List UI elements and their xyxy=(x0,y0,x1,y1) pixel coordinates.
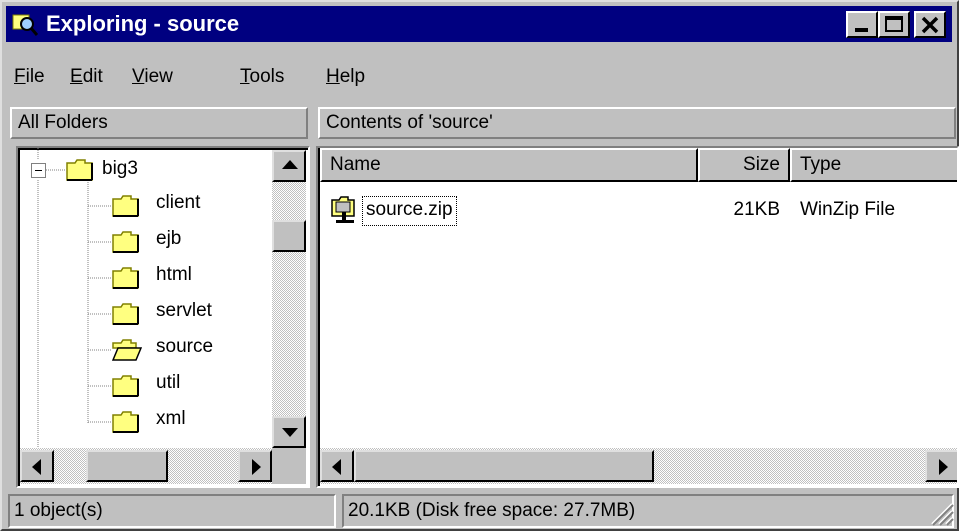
folder-icon xyxy=(66,159,93,181)
tree-vertical-scrollbar[interactable] xyxy=(272,150,306,448)
close-icon xyxy=(921,16,939,34)
file-type: WinZip File xyxy=(800,199,896,220)
maximize-button[interactable] xyxy=(878,11,910,38)
tree-lines xyxy=(37,148,112,448)
menu-tools[interactable]: Tools xyxy=(240,62,284,92)
folder-icon xyxy=(112,303,139,325)
tree-item-util[interactable]: util xyxy=(112,372,282,402)
file-name: source.zip xyxy=(362,196,457,226)
menu-file[interactable]: File xyxy=(14,62,45,92)
menu-view[interactable]: View xyxy=(132,62,173,92)
tree-horizontal-scrollbar[interactable] xyxy=(20,448,272,484)
tree-label: client xyxy=(156,192,201,213)
minus-icon xyxy=(35,170,42,171)
status-object-count: 1 object(s) xyxy=(8,494,336,528)
tree-label: ejb xyxy=(156,228,182,249)
tree-item-ejb[interactable]: ejb xyxy=(112,228,282,258)
scroll-right-button[interactable] xyxy=(925,450,957,482)
open-folder-icon xyxy=(112,339,142,361)
folder-icon xyxy=(112,411,139,433)
folder-icon xyxy=(112,231,139,253)
file-list-pane[interactable]: Name Size Type source.zip 21KB WinZip Fi… xyxy=(316,146,959,488)
collapse-toggle[interactable] xyxy=(31,163,46,178)
tree-item-big3[interactable]: big3 xyxy=(102,156,138,182)
tree-item-client[interactable]: client xyxy=(112,192,282,222)
tree-item-source[interactable]: source xyxy=(112,336,282,366)
tree-label: xml xyxy=(156,408,186,429)
scroll-left-button[interactable] xyxy=(20,450,54,482)
arrow-left-icon xyxy=(32,459,41,475)
column-header-name[interactable]: Name xyxy=(320,148,698,182)
scroll-down-button[interactable] xyxy=(272,416,306,448)
explorer-app-icon[interactable] xyxy=(12,11,39,37)
menu-bar: File Edit View Tools Help xyxy=(6,58,952,94)
column-header-size[interactable]: Size xyxy=(698,148,790,182)
menu-help[interactable]: Help xyxy=(326,62,365,92)
column-header-type[interactable]: Type xyxy=(790,148,957,182)
scroll-corner xyxy=(272,448,306,484)
arrow-right-icon xyxy=(939,459,948,475)
scroll-right-button[interactable] xyxy=(238,450,272,482)
file-size: 21KB xyxy=(733,199,780,220)
scroll-thumb[interactable] xyxy=(86,450,168,482)
scroll-left-button[interactable] xyxy=(320,450,354,482)
tree-item-html[interactable]: html xyxy=(112,264,282,294)
maximize-icon xyxy=(885,16,903,32)
window-title: Exploring - source xyxy=(46,11,240,36)
tree-label: html xyxy=(156,264,192,285)
arrow-up-icon xyxy=(282,160,298,169)
scroll-thumb[interactable] xyxy=(272,220,306,252)
arrow-left-icon xyxy=(332,459,341,475)
folder-tree-pane[interactable]: big3 client ejb html servlet source util… xyxy=(16,146,310,488)
contents-header: Contents of 'source' xyxy=(318,107,956,139)
minimize-button[interactable] xyxy=(846,11,878,38)
folder-icon xyxy=(112,195,139,217)
tree-label: servlet xyxy=(156,300,212,321)
all-folders-header: All Folders xyxy=(10,107,308,139)
tree-label: util xyxy=(156,372,181,393)
scroll-thumb[interactable] xyxy=(354,450,654,482)
list-item[interactable]: source.zip 21KB WinZip File xyxy=(320,192,957,228)
resize-grip-icon[interactable] xyxy=(928,500,954,526)
scroll-up-button[interactable] xyxy=(272,150,306,182)
tree-label: source xyxy=(156,336,214,357)
tree-item-servlet[interactable]: servlet xyxy=(112,300,282,330)
menu-edit[interactable]: Edit xyxy=(70,62,103,92)
folder-icon xyxy=(112,267,139,289)
arrow-right-icon xyxy=(252,459,261,475)
folder-icon xyxy=(112,375,139,397)
tree-item-xml[interactable]: xml xyxy=(112,408,282,438)
title-bar[interactable]: Exploring - source xyxy=(6,6,952,42)
status-disk-info: 20.1KB (Disk free space: 27.7MB) xyxy=(342,494,954,528)
close-button[interactable] xyxy=(914,11,946,38)
list-horizontal-scrollbar[interactable] xyxy=(320,448,957,484)
winzip-icon xyxy=(331,196,355,223)
minimize-icon xyxy=(855,28,868,32)
arrow-down-icon xyxy=(282,428,298,437)
